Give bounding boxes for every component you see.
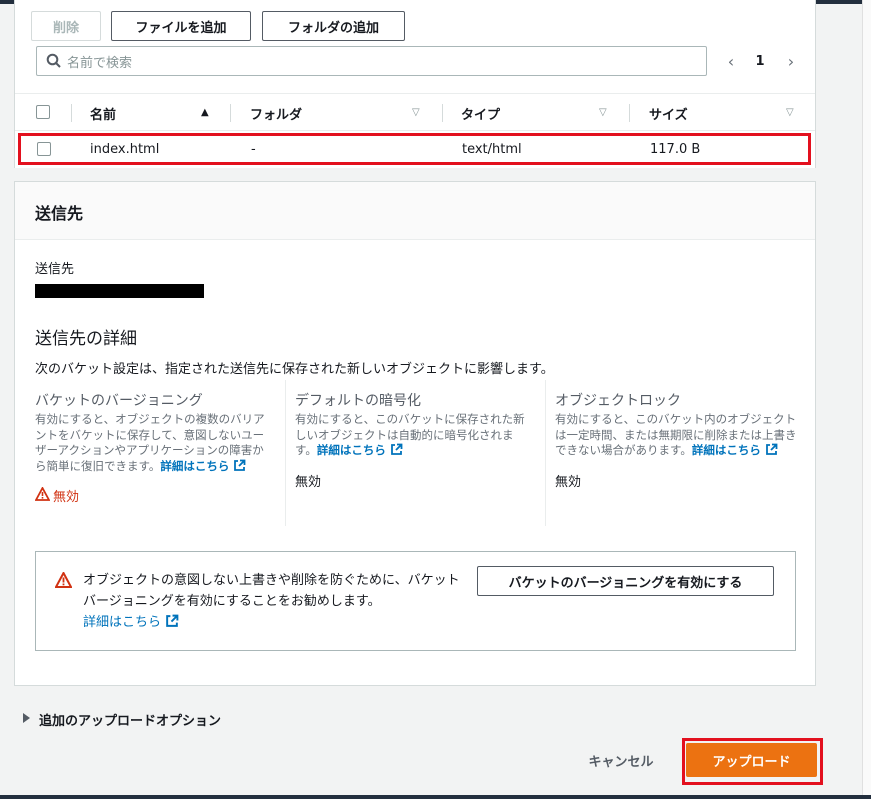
sort-ascending-icon[interactable]: ▲ xyxy=(201,107,209,118)
select-all-checkbox[interactable] xyxy=(36,105,50,119)
destination-details-desc: 次のバケット設定は、指定された送信先に保存された新しいオブジェクトに影響します。 xyxy=(35,362,554,377)
file-size: 117.0 B xyxy=(650,141,701,157)
additional-upload-options-toggle[interactable]: 追加のアップロードオプション xyxy=(22,710,221,729)
row-checkbox[interactable] xyxy=(37,142,51,156)
learn-more-link[interactable]: 詳細はこちら xyxy=(692,443,761,457)
file-type: text/html xyxy=(462,141,522,157)
destination-panel: 送信先 送信先 送信先の詳細 次のバケット設定は、指定された送信先に保存された新… xyxy=(14,181,816,686)
encryption-value: 無効 xyxy=(295,474,322,490)
object-lock-desc: 有効にすると、このバケット内のオブジェクトは一定時間、または無期限に削除または上… xyxy=(555,412,799,461)
column-divider xyxy=(629,104,630,122)
prev-page-button[interactable]: ‹ xyxy=(721,48,741,74)
search-icon xyxy=(46,53,62,73)
versioning-title: バケットのバージョニング xyxy=(35,393,203,409)
file-folder: - xyxy=(251,141,256,157)
additional-upload-options-label: 追加のアップロードオプション xyxy=(39,714,222,729)
destination-title: 送信先 xyxy=(35,204,84,223)
files-table-header: 名前 ▲ フォルダ ▽ タイプ ▽ サイズ ▽ xyxy=(15,93,815,131)
learn-more-link[interactable]: 詳細はこちら xyxy=(83,615,161,630)
versioning-alert: オブジェクトの意図しない上書きや削除を防ぐために、バケットバージョニングを有効に… xyxy=(35,551,796,651)
object-lock-value: 無効 xyxy=(555,474,582,490)
alert-message: オブジェクトの意図しない上書きや削除を防ぐために、バケットバージョニングを有効に… xyxy=(83,570,463,635)
column-divider xyxy=(285,380,286,526)
external-link-icon[interactable] xyxy=(233,459,246,477)
column-divider xyxy=(71,104,72,122)
add-files-button[interactable]: ファイルを追加 xyxy=(111,11,251,41)
page-edge xyxy=(862,0,871,799)
encryption-desc: 有効にすると、このバケットに保存された新しいオブジェクトは自動的に暗号化されます… xyxy=(295,412,531,461)
caret-right-icon xyxy=(22,712,31,727)
encryption-setting: デフォルトの暗号化 有効にすると、このバケットに保存された新しいオブジェクトは自… xyxy=(295,390,531,490)
versioning-desc: 有効にすると、オブジェクトの複数のバリアントをバケットに保存して、意図しないユー… xyxy=(35,412,271,476)
upload-button[interactable]: アップロード xyxy=(686,743,817,777)
column-header-type[interactable]: タイプ xyxy=(461,94,500,132)
destination-label: 送信先 xyxy=(35,262,75,277)
external-link-icon[interactable] xyxy=(165,614,179,635)
redacted-destination xyxy=(35,284,204,298)
destination-header: 送信先 xyxy=(15,182,815,240)
files-panel: 削除 ファイルを追加 フォルダの追加 名前で検索 ‹ 1 › 名前 ▲ フォルダ… xyxy=(14,0,816,168)
next-page-button[interactable]: › xyxy=(781,48,801,74)
versioning-setting: バケットのバージョニング 有効にすると、オブジェクトの複数のバリアントをバケット… xyxy=(34,390,271,505)
file-name: index.html xyxy=(90,141,160,157)
sort-icon[interactable]: ▽ xyxy=(599,107,607,118)
column-header-folder[interactable]: フォルダ xyxy=(250,94,302,132)
enable-versioning-button[interactable]: バケットのバージョニングを有効にする xyxy=(477,566,774,596)
encryption-title: デフォルトの暗号化 xyxy=(295,393,421,409)
object-lock-setting: オブジェクトロック 有効にすると、このバケット内のオブジェクトは一定時間、または… xyxy=(555,390,799,490)
versioning-value: 無効 xyxy=(34,485,271,505)
sort-icon[interactable]: ▽ xyxy=(412,107,420,118)
column-header-size[interactable]: サイズ xyxy=(649,94,688,132)
delete-button[interactable]: 削除 xyxy=(31,11,101,41)
external-link-icon[interactable] xyxy=(390,443,403,461)
column-divider xyxy=(442,104,443,122)
bottom-bar xyxy=(0,795,871,799)
table-row[interactable]: index.html - text/html 117.0 B xyxy=(18,133,811,165)
warning-icon xyxy=(34,485,51,505)
external-link-icon[interactable] xyxy=(765,443,778,461)
destination-details-heading: 送信先の詳細 xyxy=(35,329,137,349)
warning-icon xyxy=(54,570,73,592)
learn-more-link[interactable]: 詳細はこちら xyxy=(317,443,386,457)
sort-icon[interactable]: ▽ xyxy=(786,107,794,118)
search-input[interactable]: 名前で検索 xyxy=(36,46,707,76)
search-placeholder: 名前で検索 xyxy=(67,55,133,71)
cancel-button[interactable]: キャンセル xyxy=(579,744,663,776)
learn-more-link[interactable]: 詳細はこちら xyxy=(160,459,229,473)
column-divider xyxy=(230,104,231,122)
object-lock-title: オブジェクトロック xyxy=(555,393,681,409)
add-folder-button[interactable]: フォルダの追加 xyxy=(262,11,405,41)
page-number[interactable]: 1 xyxy=(751,48,769,74)
column-divider xyxy=(545,380,546,526)
column-header-name[interactable]: 名前 xyxy=(90,94,116,132)
